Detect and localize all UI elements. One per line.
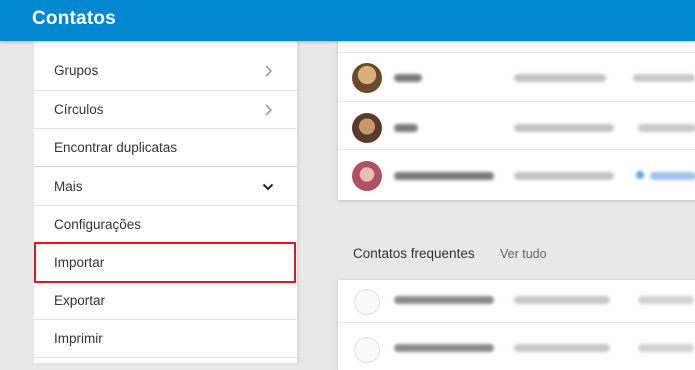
sidebar-item-label: Importar: [54, 255, 105, 270]
sidebar-item-label: Mais: [54, 179, 83, 194]
contact-row[interactable]: [338, 107, 695, 145]
sidebar-item-importar[interactable]: Importar: [34, 244, 297, 282]
blurred-email: [514, 172, 614, 180]
contact-row[interactable]: [338, 57, 695, 95]
frequent-contact-row[interactable]: [338, 328, 695, 366]
frequent-contacts-card: [338, 280, 695, 370]
app-title: Contatos: [32, 8, 116, 29]
app-header: Contatos: [0, 0, 695, 41]
divider: [338, 101, 695, 102]
sidebar-item-configuracoes[interactable]: Configurações: [34, 206, 297, 244]
blurred-name: [394, 344, 494, 352]
chevron-down-icon: [262, 183, 274, 191]
avatar: [352, 63, 382, 93]
avatar: [352, 113, 382, 143]
blurred-phone: [638, 124, 695, 132]
see-all-link[interactable]: Ver tudo: [500, 247, 547, 261]
divider: [338, 52, 695, 53]
chevron-right-icon: [265, 65, 273, 77]
divider: [34, 357, 297, 358]
divider: [338, 149, 695, 150]
sidebar-menu: Grupos Círculos Encontrar duplicatas Mai…: [34, 41, 298, 363]
avatar: [354, 289, 380, 315]
sidebar-item-label: Exportar: [54, 293, 106, 308]
blurred-name: [394, 74, 422, 82]
blurred-phone: [638, 344, 694, 352]
blurred-link: [650, 172, 695, 180]
sidebar-item-encontrar-duplicatas[interactable]: Encontrar duplicatas: [34, 129, 297, 167]
blurred-name: [394, 296, 494, 304]
sidebar-item-label: Imprimir: [54, 331, 103, 346]
avatar: [354, 337, 380, 363]
avatar: [352, 161, 382, 191]
blurred-icon: [636, 171, 644, 179]
sidebar-item-label: Encontrar duplicatas: [54, 140, 178, 155]
sidebar-item-mais[interactable]: Mais: [34, 168, 297, 206]
sidebar-item-grupos[interactable]: Grupos: [34, 52, 297, 90]
blurred-name: [394, 124, 418, 132]
sidebar-item-exportar[interactable]: Exportar: [34, 282, 297, 320]
blurred-email: [514, 344, 610, 352]
contacts-card: [338, 30, 695, 200]
blurred-email: [514, 296, 610, 304]
divider: [34, 166, 297, 167]
frequent-contacts-title: Contatos frequentes: [353, 246, 475, 261]
divider: [338, 322, 695, 323]
sidebar-item-imprimir[interactable]: Imprimir: [34, 320, 297, 358]
sidebar-item-label: Configurações: [54, 217, 142, 232]
frequent-contact-row[interactable]: [338, 280, 695, 318]
sidebar-item-label: Grupos: [54, 63, 99, 78]
blurred-email: [514, 124, 614, 132]
contact-row[interactable]: [338, 155, 695, 193]
chevron-right-icon: [265, 104, 273, 116]
blurred-email: [514, 74, 606, 82]
blurred-phone: [633, 74, 695, 82]
blurred-name: [394, 172, 494, 180]
sidebar-item-circulos[interactable]: Círculos: [34, 91, 297, 129]
blurred-phone: [638, 296, 694, 304]
sidebar-item-label: Círculos: [54, 102, 104, 117]
